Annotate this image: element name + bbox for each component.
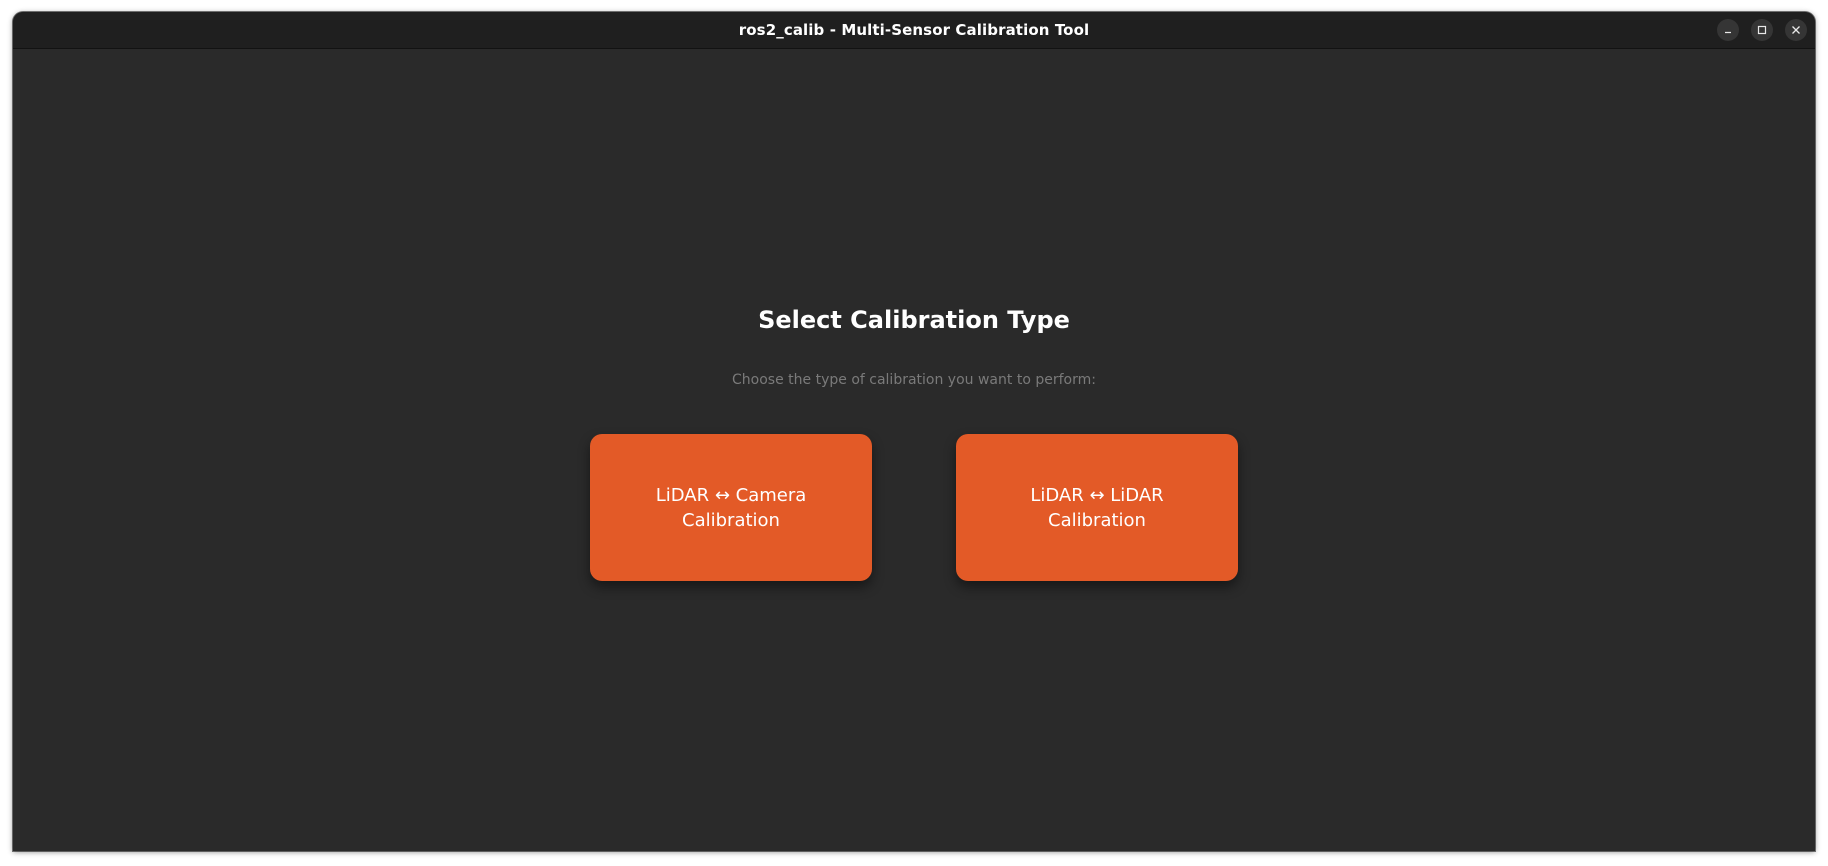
page-title: Select Calibration Type: [758, 306, 1070, 334]
window-title: ros2_calib - Multi-Sensor Calibration To…: [738, 21, 1090, 39]
maximize-button[interactable]: [1751, 19, 1773, 41]
maximize-icon: [1757, 25, 1767, 35]
title-bar[interactable]: ros2_calib - Multi-Sensor Calibration To…: [13, 12, 1815, 49]
close-icon: [1792, 26, 1800, 34]
minimize-button[interactable]: [1717, 19, 1739, 41]
close-button[interactable]: [1785, 19, 1807, 41]
main-content: Select Calibration Type Choose the type …: [13, 49, 1815, 851]
lidar-camera-calibration-button[interactable]: LiDAR ↔ Camera Calibration: [590, 434, 872, 581]
minimize-icon: [1725, 31, 1731, 34]
lidar-lidar-calibration-button[interactable]: LiDAR ↔ LiDAR Calibration: [956, 434, 1238, 581]
app-window: ros2_calib - Multi-Sensor Calibration To…: [13, 12, 1815, 851]
page-subtitle: Choose the type of calibration you want …: [732, 372, 1096, 388]
